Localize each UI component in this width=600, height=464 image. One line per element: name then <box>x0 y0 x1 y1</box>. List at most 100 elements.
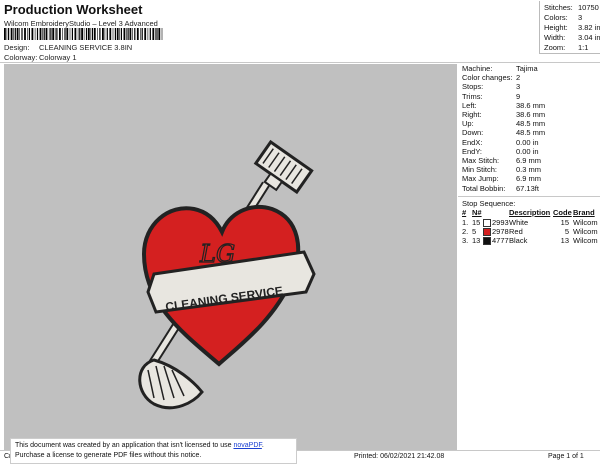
machine-row: Min Stitch: 0.3 mm <box>462 165 541 175</box>
stop-code: 15 <box>560 218 569 227</box>
software-subtitle: Wilcom EmbroideryStudio – Level 3 Advanc… <box>4 19 158 28</box>
stat-label: Zoom: <box>544 43 566 52</box>
machine-row: Max Stitch: 6.9 mm <box>462 156 541 165</box>
machine-row: EndX: 0.00 in <box>462 137 539 147</box>
color-swatch <box>483 219 491 227</box>
stop-code-number: 4777 <box>492 236 509 245</box>
stop-brand: Wilcom <box>573 218 598 227</box>
header-divider <box>0 62 600 63</box>
col-code: Code <box>553 208 572 217</box>
stat-label: Height: <box>544 23 568 32</box>
stop-brand: Wilcom <box>573 236 598 245</box>
stop-code: 13 <box>560 236 569 245</box>
design-preview: LG CLEANING SERVICE <box>4 64 457 450</box>
stop-code-number: 2993 <box>492 218 509 227</box>
machine-label: Up: <box>462 119 474 129</box>
summary-stats: Stitches: 10750 Colors: 3 Height: 3.82 in W… <box>539 1 600 54</box>
stat-zoom: Zoom: 1:1 <box>544 43 588 52</box>
machine-info-panel: Machine: Tajima Color changes: 2 Stops: 3 Trim… <box>458 64 600 450</box>
color-swatch <box>483 237 491 245</box>
col-brand: Brand <box>573 208 595 217</box>
design-value: CLEANING SERVICE 3.8IN <box>39 43 133 52</box>
stop-sequence-table: # N# Description Code Brand 1. 15 2993 Whit… <box>458 208 600 248</box>
machine-label: Trims: <box>462 91 483 101</box>
machine-label: Right: <box>462 110 482 119</box>
stat-value: 1:1 <box>578 43 589 52</box>
machine-row: Right: 38.6 mm <box>462 110 545 119</box>
machine-label: EndY: <box>462 146 483 156</box>
stat-value: 10750 <box>578 3 599 12</box>
machine-row: Total Bobbin: 67.13ft <box>462 183 539 193</box>
machine-value: 0.3 mm <box>516 165 542 175</box>
machine-label: Color changes: <box>462 73 513 83</box>
machine-label: Stops: <box>462 82 484 92</box>
stop-code-number: 2978 <box>492 227 509 236</box>
barcode-image <box>4 28 163 40</box>
machine-row: Trims: 9 <box>462 91 520 101</box>
page-title: Production Worksheet <box>4 2 143 17</box>
machine-value: 38.6 mm <box>516 110 546 119</box>
machine-value: 9 <box>516 91 521 101</box>
machine-label: Total Bobbin: <box>462 183 506 193</box>
panel-divider <box>458 196 600 197</box>
machine-row: Machine: Tajima <box>462 64 538 73</box>
stat-stitches: Stitches: 10750 <box>544 3 599 12</box>
stop-n: 15 <box>472 218 481 227</box>
machine-value: 0.00 in <box>516 137 539 147</box>
stat-value: 3.82 in <box>578 23 600 32</box>
machine-row: EndY: 0.00 in <box>462 146 539 156</box>
machine-row: Left: 38.6 mm <box>462 100 545 110</box>
stop-num: 1. <box>462 218 469 227</box>
embroidery-design: LG CLEANING SERVICE <box>138 139 316 410</box>
machine-value: 48.5 mm <box>516 128 546 138</box>
machine-value: 2 <box>516 73 521 83</box>
col-num: # <box>462 208 467 217</box>
stat-label: Width: <box>544 33 566 42</box>
stat-width: Width: 3.04 in <box>544 33 600 42</box>
mop-head <box>138 358 204 410</box>
machine-row: Down: 48.5 mm <box>462 128 545 138</box>
stat-value: 3 <box>578 13 583 22</box>
machine-label: Left: <box>462 100 477 110</box>
machine-value: 67.13ft <box>516 183 539 193</box>
notice-period: . <box>261 442 264 449</box>
machine-value: 3 <box>516 82 521 92</box>
col-description: Description <box>509 208 551 217</box>
colorway-value: Colorway 1 <box>39 53 77 62</box>
stop-code: 5 <box>564 227 569 236</box>
stat-height: Height: 3.82 in <box>544 23 600 32</box>
col-n: N# <box>472 208 482 217</box>
novapdf-link[interactable]: novaPDF <box>233 442 261 449</box>
stat-label: Colors: <box>544 13 568 22</box>
machine-label: Down: <box>462 128 484 138</box>
colorway-label: Colorway: <box>4 53 38 62</box>
machine-value: 6.9 mm <box>516 156 542 165</box>
stat-value: 3.04 in <box>578 33 600 42</box>
notice-line2: Purchase a license to generate PDF files… <box>15 452 202 459</box>
color-swatch <box>483 228 491 236</box>
license-notice: This document was created by an applicat… <box>10 438 297 464</box>
machine-value: Tajima <box>516 64 538 73</box>
machine-label: Min Stitch: <box>462 165 498 175</box>
machine-row: Color changes: 2 <box>462 73 520 83</box>
stop-n: 5 <box>472 227 477 236</box>
machine-value: 48.5 mm <box>516 119 546 129</box>
machine-row: Max Jump: 6.9 mm <box>462 174 541 184</box>
machine-label: EndX: <box>462 137 483 147</box>
stat-label: Stitches: <box>544 3 573 12</box>
machine-label: Max Stitch: <box>462 156 500 165</box>
machine-label: Max Jump: <box>462 174 499 184</box>
stop-sequence-title: Stop Sequence: <box>462 199 516 208</box>
stop-num: 2. <box>462 227 469 236</box>
machine-value: 38.6 mm <box>516 100 546 110</box>
stop-brand: Wilcom <box>573 227 598 236</box>
notice-text: This document was created by an applicat… <box>15 442 234 449</box>
machine-row: Up: 48.5 mm <box>462 119 545 129</box>
stop-n: 13 <box>472 236 481 245</box>
stat-colors: Colors: 3 <box>544 13 582 22</box>
machine-row: Stops: 3 <box>462 82 520 92</box>
machine-label: Machine: <box>462 64 493 73</box>
machine-value: 6.9 mm <box>516 174 542 184</box>
design-label: Design: <box>4 43 30 52</box>
stop-description: Red <box>509 227 523 236</box>
